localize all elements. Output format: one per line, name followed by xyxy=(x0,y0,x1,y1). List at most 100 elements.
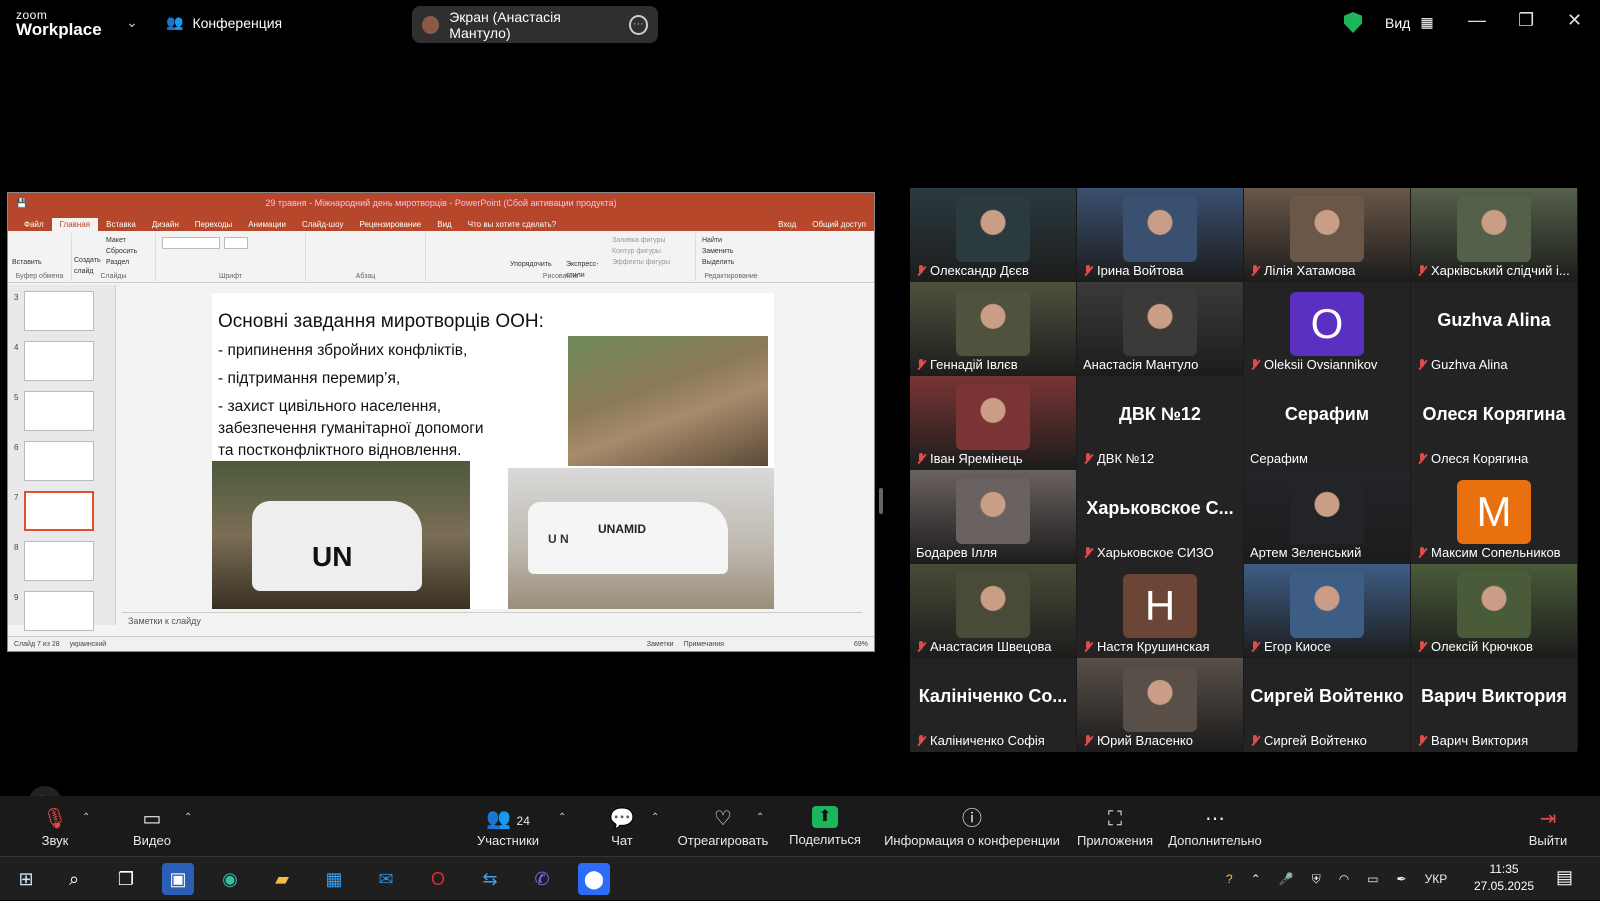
shape-outline-button[interactable]: Контур фигуры xyxy=(612,246,661,257)
save-app-icon[interactable]: ▣ xyxy=(162,863,194,895)
battery-icon[interactable]: ▭ xyxy=(1367,872,1378,886)
participant-tile[interactable]: Серафим Серафим xyxy=(1244,376,1410,470)
sign-in-link[interactable]: Вход xyxy=(770,218,804,231)
slide-thumbnail[interactable] xyxy=(24,291,94,331)
minimize-icon[interactable]: — xyxy=(1468,10,1486,31)
defender-icon[interactable]: ⛨ xyxy=(1312,872,1321,887)
replace-button[interactable]: Заменить xyxy=(702,246,733,257)
react-options-caret[interactable]: ⌃ xyxy=(756,812,764,823)
encryption-shield-icon[interactable] xyxy=(1344,12,1362,33)
audio-button[interactable]: 🎙 Звук xyxy=(34,796,76,856)
tab-home[interactable]: Главная xyxy=(51,218,99,231)
split-view-handle[interactable] xyxy=(879,488,883,514)
paste-button[interactable]: Вставить xyxy=(12,257,42,268)
windows-start-icon[interactable]: ⊞ xyxy=(10,863,42,895)
react-button[interactable]: ♡ Отреагировать xyxy=(678,796,769,856)
search-icon[interactable]: ⌕ xyxy=(58,863,90,895)
participant-tile[interactable]: ДВК №12 ДВК №12 xyxy=(1077,376,1243,470)
slide-thumbnail[interactable] xyxy=(24,391,94,431)
restore-icon[interactable]: ❐ xyxy=(1518,10,1534,31)
viber-icon[interactable]: ✆ xyxy=(526,863,558,895)
zoom-taskbar-icon[interactable]: ⬤ xyxy=(578,863,610,895)
section-button[interactable]: Раздел xyxy=(106,257,129,268)
shared-screen-powerpoint[interactable]: 💾 29 травня - Міжнародний день миротворц… xyxy=(7,192,875,652)
participant-tile[interactable]: Геннадій Івлєв xyxy=(910,282,1076,376)
tab-review[interactable]: Рецензирование xyxy=(351,218,429,231)
slide-notes-field[interactable]: Заметки к слайду xyxy=(122,612,862,629)
participant-tile[interactable]: H Настя Крушинская xyxy=(1077,564,1243,658)
participant-tile[interactable]: Харківський слідчий і... xyxy=(1411,188,1577,282)
meeting-info-button[interactable]: 👥 Конференция xyxy=(166,14,282,31)
notes-toggle[interactable]: Заметки xyxy=(647,641,674,648)
share-screen-button[interactable]: ⬆ Поделиться xyxy=(789,796,861,856)
microphone-icon[interactable]: 🎤 xyxy=(1279,872,1294,886)
participant-tile[interactable]: Юрий Власенко xyxy=(1077,658,1243,752)
participant-tile[interactable]: Guzhva Alina Guzhva Alina xyxy=(1411,282,1577,376)
video-options-caret[interactable]: ⌃ xyxy=(184,812,192,823)
participant-tile[interactable]: M Максим Сопельников xyxy=(1411,470,1577,564)
leave-button[interactable]: ⇥ Выйти xyxy=(1528,796,1568,856)
participant-tile[interactable]: Бодарев Ілля xyxy=(910,470,1076,564)
slide-thumbnail[interactable] xyxy=(24,441,94,481)
store-icon[interactable]: ▦ xyxy=(318,863,350,895)
share-access-button[interactable]: Общий доступ xyxy=(804,218,874,231)
chat-options-caret[interactable]: ⌃ xyxy=(651,812,659,823)
participant-tile[interactable]: Ірина Войтова xyxy=(1077,188,1243,282)
task-view-icon[interactable]: ❐ xyxy=(110,863,142,895)
opera-icon[interactable]: O xyxy=(422,863,454,895)
tab-animations[interactable]: Анимации xyxy=(240,218,294,231)
participant-tile[interactable]: Калініченко Со... Каліниченко Софія xyxy=(910,658,1076,752)
tray-expand-icon[interactable]: ⌃ xyxy=(1251,872,1261,886)
tab-file[interactable]: Файл xyxy=(16,218,52,231)
layout-button[interactable]: Макет xyxy=(106,235,126,246)
participant-tile[interactable]: Сиргей Войтенко Сиргей Войтенко xyxy=(1244,658,1410,752)
tab-transitions[interactable]: Переходы xyxy=(187,218,241,231)
help-icon[interactable]: ? xyxy=(1226,872,1233,886)
chevron-down-icon[interactable]: ⌄ xyxy=(126,14,138,31)
slide-thumbnail[interactable] xyxy=(24,341,94,381)
current-slide[interactable]: Основні завдання миротворців ООН: - прип… xyxy=(212,293,774,609)
tell-me-field[interactable]: Что вы хотите сделать? xyxy=(460,218,564,231)
more-options-icon[interactable]: ··· xyxy=(628,14,648,35)
comments-toggle[interactable]: Примечания xyxy=(684,641,724,648)
arrange-button[interactable]: Упорядочить xyxy=(510,259,552,270)
tab-insert[interactable]: Вставка xyxy=(98,218,144,231)
participant-tile[interactable]: Олеся Корягина Олеся Корягина xyxy=(1411,376,1577,470)
participant-tile[interactable]: O Oleksii Ovsiannikov xyxy=(1244,282,1410,376)
video-button[interactable]: ▭ Видео xyxy=(130,796,174,856)
shape-fill-button[interactable]: Заливка фигуры xyxy=(612,235,665,246)
edge-browser-icon[interactable]: ◉ xyxy=(214,863,246,895)
notifications-icon[interactable]: ▤ xyxy=(1556,867,1573,888)
file-explorer-icon[interactable]: ▰ xyxy=(266,863,298,895)
wifi-icon[interactable]: ◠ xyxy=(1339,872,1349,886)
meeting-info-tool-button[interactable]: ⓘ Информация о конференции xyxy=(884,796,1060,856)
more-button[interactable]: ⋯ Дополнительно xyxy=(1168,796,1262,856)
participant-tile[interactable]: Олексій Крючков xyxy=(1411,564,1577,658)
participants-options-caret[interactable]: ⌃ xyxy=(558,812,566,823)
slide-thumbnails-pane[interactable]: 3 4 5 6 7 8 9 xyxy=(8,285,116,631)
font-size-field[interactable] xyxy=(224,237,248,249)
participant-tile[interactable]: Лілія Хатамова xyxy=(1244,188,1410,282)
font-name-field[interactable] xyxy=(162,237,220,249)
slide-thumbnail-selected[interactable] xyxy=(24,491,94,531)
participants-button[interactable]: 👥 24 Участники xyxy=(474,796,542,856)
participant-tile[interactable]: Артем Зеленський xyxy=(1244,470,1410,564)
find-button[interactable]: Найти xyxy=(702,235,722,246)
language-indicator[interactable]: УКР xyxy=(1425,872,1448,886)
shape-effects-button[interactable]: Эффекты фигуры xyxy=(612,257,670,268)
reset-button[interactable]: Сбросить xyxy=(106,246,137,257)
participant-tile[interactable]: Анастасия Швецова xyxy=(910,564,1076,658)
tab-view[interactable]: Вид xyxy=(429,218,459,231)
clock[interactable]: 11:35 27.05.2025 xyxy=(1474,861,1534,895)
apps-button[interactable]: ⛶ Приложения xyxy=(1076,796,1154,856)
close-icon[interactable]: ✕ xyxy=(1567,10,1582,31)
select-button[interactable]: Выделить xyxy=(702,257,734,268)
remote-desktop-icon[interactable]: ⇆ xyxy=(474,863,506,895)
chat-button[interactable]: 💬 Чат xyxy=(606,796,638,856)
pen-icon[interactable]: ✒ xyxy=(1397,872,1407,886)
participant-tile[interactable]: Анастасія Мантуло xyxy=(1077,282,1243,376)
participant-tile[interactable]: Варич Виктория Варич Виктория xyxy=(1411,658,1577,752)
outlook-icon[interactable]: ✉ xyxy=(370,863,402,895)
screen-share-pill[interactable]: Экран (Анастасія Мантуло) ··· xyxy=(412,6,658,43)
slide-thumbnail[interactable] xyxy=(24,591,94,631)
